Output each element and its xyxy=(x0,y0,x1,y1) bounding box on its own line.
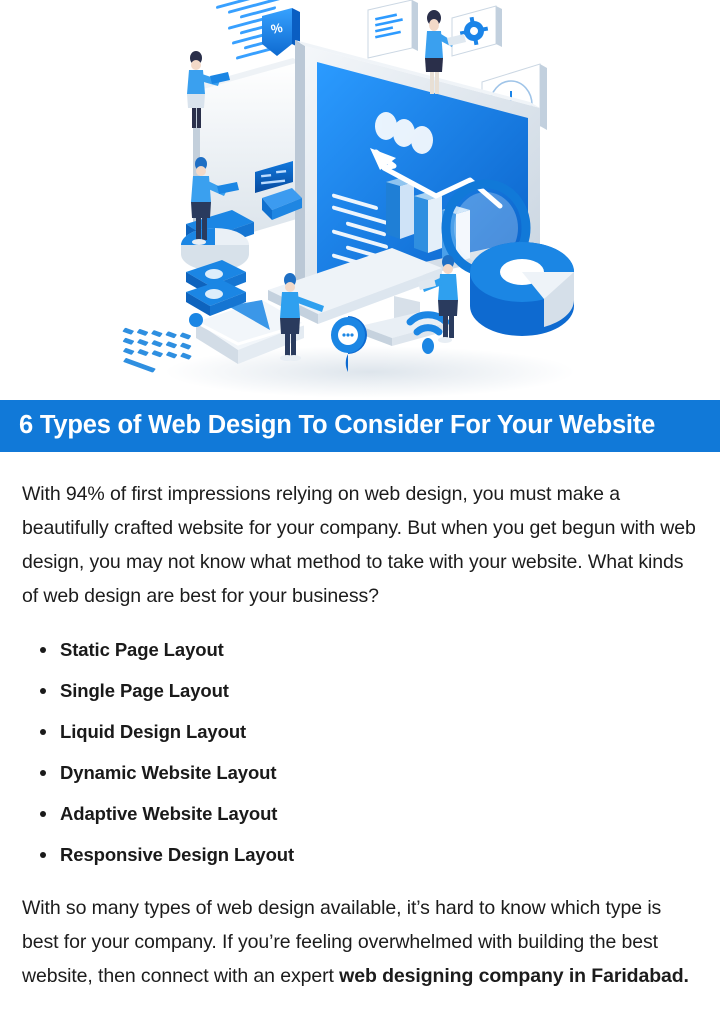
outro-bold-text: web designing company in Faridabad. xyxy=(339,965,689,987)
donut-chart-icon xyxy=(470,242,574,336)
list-item: Static Page Layout xyxy=(40,629,698,670)
web-design-types-list: Static Page Layout Single Page Layout Li… xyxy=(22,613,698,875)
title-banner: 6 Types of Web Design To Consider For Yo… xyxy=(0,400,720,452)
document-icon xyxy=(367,0,418,59)
hero-illustration: % xyxy=(0,0,720,400)
list-item: Liquid Design Layout xyxy=(40,711,698,752)
gear-icon xyxy=(451,5,502,57)
intro-paragraph: With 94% of first impressions relying on… xyxy=(22,483,696,607)
list-item: Single Page Layout xyxy=(40,670,698,711)
page-title: 6 Types of Web Design To Consider For Yo… xyxy=(19,411,656,440)
outro-paragraph: With so many types of web design availab… xyxy=(22,875,698,993)
list-item: Adaptive Website Layout xyxy=(40,793,698,834)
list-item: Responsive Design Layout xyxy=(40,834,698,875)
article-content: With 94% of first impressions relying on… xyxy=(0,452,720,993)
list-item: Dynamic Website Layout xyxy=(40,752,698,793)
hero-illustration-graphic: % xyxy=(122,0,575,398)
